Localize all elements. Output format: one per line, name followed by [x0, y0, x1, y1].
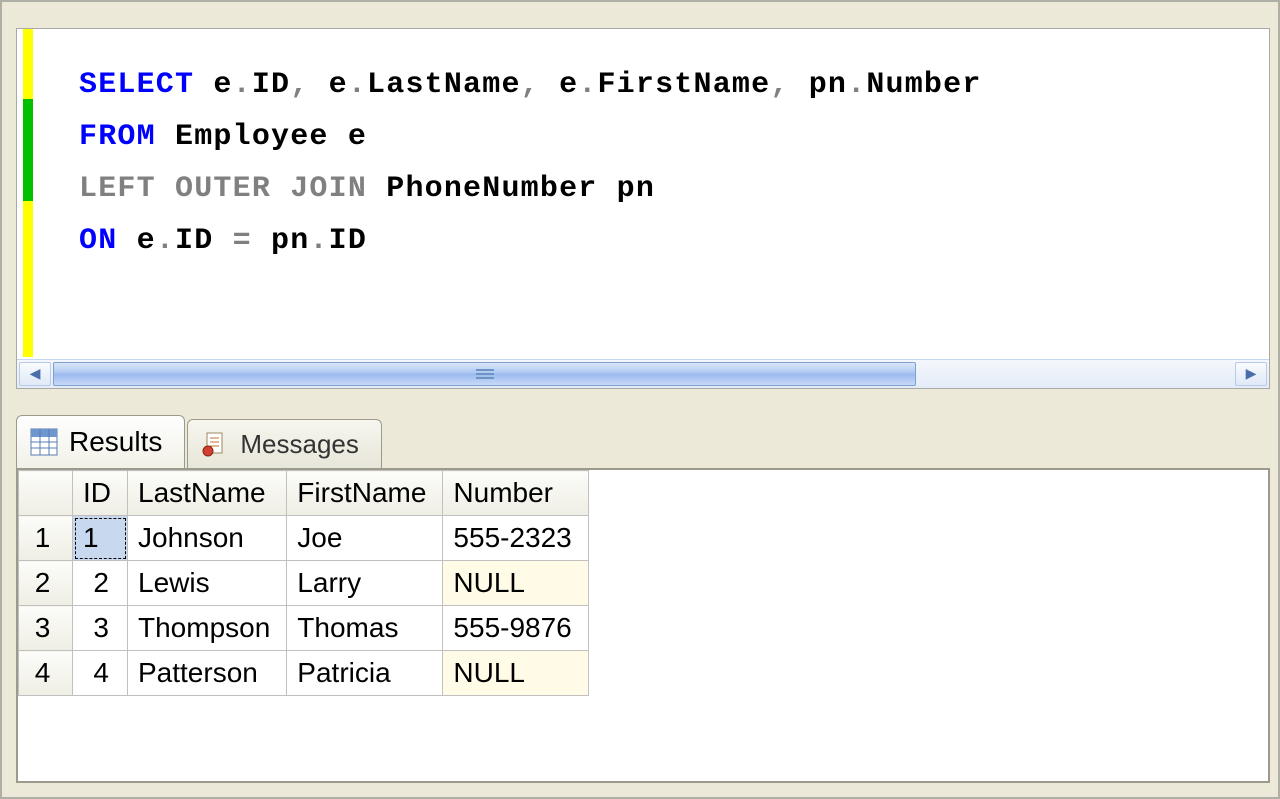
sql-token: . [309, 224, 328, 258]
column-header[interactable]: LastName [128, 471, 287, 516]
sql-token: PhoneNumber pn [367, 172, 655, 206]
sql-token: . [847, 68, 866, 102]
sql-token [790, 68, 809, 102]
sql-token: JOIN [290, 172, 367, 206]
cell[interactable]: Thomas [287, 606, 443, 651]
table-row[interactable]: 11JohnsonJoe555-2323 [19, 516, 589, 561]
sql-token: . [348, 68, 367, 102]
results-grid-panel: IDLastNameFirstNameNumber11JohnsonJoe555… [16, 468, 1270, 783]
cell[interactable]: Johnson [128, 516, 287, 561]
sql-editor[interactable]: SELECT e.ID, e.LastName, e.FirstName, pn… [16, 28, 1270, 389]
cell[interactable]: Lewis [128, 561, 287, 606]
sql-token: . [578, 68, 597, 102]
sql-token: . [156, 224, 175, 258]
cell[interactable]: Patricia [287, 651, 443, 696]
app-frame: SELECT e.ID, e.LastName, e.FirstName, pn… [0, 0, 1280, 799]
sql-token: e [559, 68, 578, 102]
editor-gutter [17, 29, 39, 359]
scroll-thumb[interactable] [53, 362, 916, 386]
sql-token: OUTER [175, 172, 271, 206]
row-number[interactable]: 3 [19, 606, 73, 651]
tab-messages[interactable]: Messages [187, 419, 382, 468]
document-icon [200, 429, 230, 459]
cell[interactable]: 555-9876 [443, 606, 588, 651]
editor-horizontal-scrollbar[interactable]: ◀ ▶ [17, 359, 1269, 388]
sql-token: . [233, 68, 252, 102]
results-grid[interactable]: IDLastNameFirstNameNumber11JohnsonJoe555… [18, 470, 589, 696]
column-header[interactable]: FirstName [287, 471, 443, 516]
sql-token [271, 172, 290, 206]
sql-token [156, 172, 175, 206]
sql-token: Number [866, 68, 981, 102]
column-header[interactable]: ID [73, 471, 128, 516]
cell[interactable]: Thompson [128, 606, 287, 651]
sql-token: ID [252, 68, 290, 102]
scroll-right-arrow-icon[interactable]: ▶ [1235, 362, 1267, 386]
column-header[interactable]: Number [443, 471, 588, 516]
sql-token: LEFT [79, 172, 156, 206]
scroll-left-arrow-icon[interactable]: ◀ [19, 362, 51, 386]
sql-token: e [329, 68, 348, 102]
tab-results[interactable]: Results [16, 415, 185, 468]
sql-token: ON [79, 224, 117, 258]
table-row[interactable]: 44PattersonPatriciaNULL [19, 651, 589, 696]
sql-token [309, 68, 328, 102]
grid-icon [29, 427, 59, 457]
sql-token [194, 68, 213, 102]
sql-token: LastName [367, 68, 521, 102]
cell[interactable]: 2 [73, 561, 128, 606]
cell[interactable]: Patterson [128, 651, 287, 696]
sql-token: pn [809, 68, 847, 102]
cell[interactable]: 3 [73, 606, 128, 651]
row-number[interactable]: 2 [19, 561, 73, 606]
row-number[interactable]: 1 [19, 516, 73, 561]
cell[interactable]: Joe [287, 516, 443, 561]
sql-token [540, 68, 559, 102]
cell[interactable]: 555-2323 [443, 516, 588, 561]
sql-code[interactable]: SELECT e.ID, e.LastName, e.FirstName, pn… [39, 29, 1269, 359]
sql-token: pn [252, 224, 310, 258]
tab-results-label: Results [69, 426, 162, 458]
cell[interactable]: 4 [73, 651, 128, 696]
tab-messages-label: Messages [240, 429, 359, 460]
sql-token: e [213, 68, 232, 102]
sql-token: Employee e [156, 120, 367, 154]
sql-token: FirstName [597, 68, 770, 102]
sql-token: ID [329, 224, 367, 258]
table-row[interactable]: 33ThompsonThomas555-9876 [19, 606, 589, 651]
cell[interactable]: 1 [73, 516, 128, 561]
sql-token: , [521, 68, 540, 102]
sql-token: = [233, 224, 252, 258]
sql-token: SELECT [79, 68, 194, 102]
cell[interactable]: Larry [287, 561, 443, 606]
sql-token: , [770, 68, 789, 102]
sql-token: , [290, 68, 309, 102]
cell[interactable]: NULL [443, 651, 588, 696]
results-tabstrip: Results Messages [16, 416, 1270, 468]
cell[interactable]: NULL [443, 561, 588, 606]
sql-token: ID [175, 224, 233, 258]
row-number[interactable]: 4 [19, 651, 73, 696]
sql-token: e [117, 224, 155, 258]
grid-corner[interactable] [19, 471, 73, 516]
table-row[interactable]: 22LewisLarryNULL [19, 561, 589, 606]
sql-token: FROM [79, 120, 156, 154]
scroll-track[interactable] [53, 362, 1233, 386]
